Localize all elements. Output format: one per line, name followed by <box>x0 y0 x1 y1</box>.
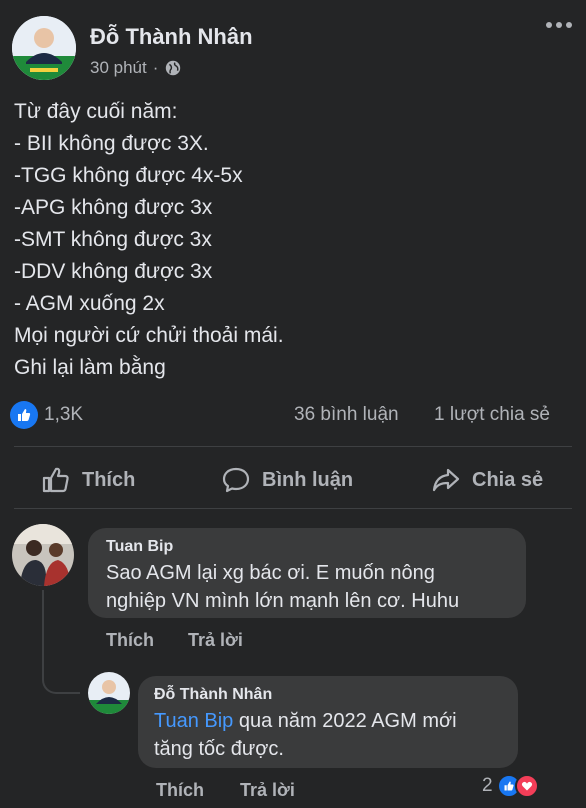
thread-line <box>42 590 80 694</box>
post-line: -DDV không được 3x <box>14 260 213 283</box>
globe-icon <box>166 60 181 76</box>
share-button[interactable]: Chia sẻ <box>430 464 543 496</box>
reply-bubble: Đỗ Thành Nhân Tuan Bip qua năm 2022 AGM … <box>138 676 518 768</box>
reply-reactions[interactable]: 2 <box>482 774 539 798</box>
comment-count[interactable]: 36 bình luận <box>294 404 399 426</box>
divider <box>14 508 572 509</box>
comment-icon <box>222 467 250 493</box>
author-name[interactable]: Đỗ Thành Nhân <box>90 24 253 50</box>
post-line: - BII không được 3X. <box>14 132 209 155</box>
reply-text: Tuan Bip qua năm 2022 AGM mới <box>154 706 457 736</box>
like-label: Thích <box>82 468 136 491</box>
more-dots-icon <box>546 22 552 28</box>
like-button[interactable]: Thích <box>40 464 135 496</box>
reply-author[interactable]: Đỗ Thành Nhân <box>154 686 272 704</box>
reply-text-rest: qua năm 2022 AGM mới <box>233 710 457 732</box>
comment-bubble: Tuan Bip Sao AGM lại xg bác ơi. E muốn n… <box>88 528 526 618</box>
commenter-avatar[interactable] <box>12 524 74 586</box>
more-options-button[interactable] <box>546 22 572 28</box>
more-dot <box>556 22 562 28</box>
comment-reply-button[interactable]: Trả lời <box>188 630 243 651</box>
share-count[interactable]: 1 lượt chia sẻ <box>434 404 550 426</box>
reply-like-button[interactable]: Thích <box>156 780 204 801</box>
post-meta: 30 phút · <box>90 58 182 78</box>
reply-reply-button[interactable]: Trả lời <box>240 780 295 801</box>
comment-text: nghiệp VN mình lớn mạnh lên cơ. Huhu <box>106 590 460 612</box>
thumbs-up-icon <box>42 467 69 493</box>
post-line: -SMT không được 3x <box>14 228 212 251</box>
reply-text: tăng tốc được. <box>154 738 284 760</box>
divider <box>14 446 572 447</box>
share-icon <box>432 468 460 492</box>
love-icon <box>514 774 539 798</box>
comment-author[interactable]: Tuan Bip <box>106 538 173 556</box>
comment-like-button[interactable]: Thích <box>106 630 154 651</box>
reply-reaction-count: 2 <box>482 775 493 796</box>
comment-text: Sao AGM lại xg bác ơi. E muốn nông <box>106 562 435 584</box>
reply-author-avatar[interactable] <box>88 672 130 714</box>
post-stats: 1,3K 36 bình luận 1 lượt chia sẻ <box>10 398 576 432</box>
comment-button[interactable]: Bình luận <box>220 464 353 496</box>
post-line: Mọi người cứ chửi thoải mái. <box>14 324 284 347</box>
share-label: Chia sẻ <box>472 468 544 491</box>
more-dot <box>566 22 572 28</box>
mention-link[interactable]: Tuan Bip <box>154 710 233 732</box>
post-line: - AGM xuống 2x <box>14 292 165 315</box>
meta-separator: · <box>152 58 159 77</box>
post-text: Từ đây cuối năm: - BII không được 3X. -T… <box>14 96 574 384</box>
post-line: Từ đây cuối năm: <box>14 100 178 123</box>
author-avatar[interactable] <box>12 16 76 80</box>
like-icon[interactable] <box>10 401 38 429</box>
reaction-count[interactable]: 1,3K <box>44 404 83 426</box>
post-line: -APG không được 3x <box>14 196 213 219</box>
post-line: -TGG không được 4x-5x <box>14 164 243 187</box>
post-time[interactable]: 30 phút <box>90 58 147 78</box>
post-header: Đỗ Thành Nhân 30 phút · <box>0 0 586 90</box>
post-line: Ghi lại làm bằng <box>14 356 166 379</box>
comment-label: Bình luận <box>262 468 354 491</box>
post-actions: Thích Bình luận Chia sẻ <box>0 454 586 506</box>
